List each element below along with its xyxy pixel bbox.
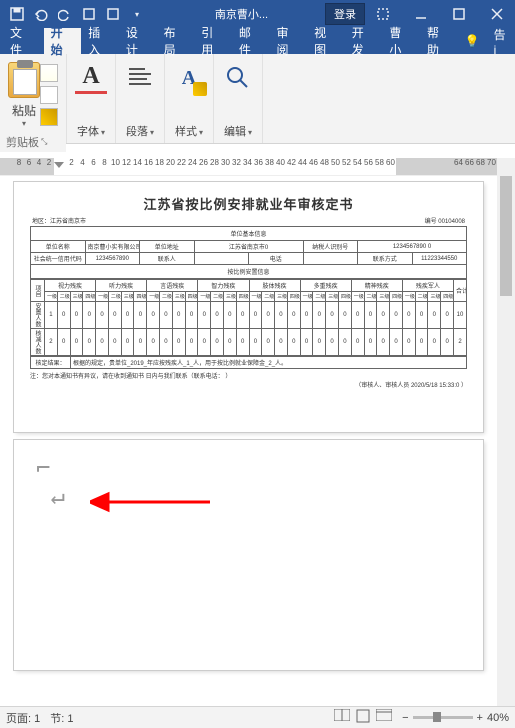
doc-title: 江苏省按比例安排就业年审核定书 <box>30 194 467 213</box>
opinion-text: 根据的规定，贵单位_2019_年应按残疾人_1_人，用于按比例就业保障金_2_人… <box>71 357 467 369</box>
clipboard-group-label[interactable]: 剪贴板⤡ <box>0 132 66 152</box>
section-disabled: 按比例安置信息 <box>31 265 467 279</box>
tab-文件[interactable]: 文件 <box>0 28 44 54</box>
vertical-scrollbar[interactable] <box>497 158 515 706</box>
redo-button[interactable] <box>54 3 76 25</box>
login-button[interactable]: 登录 <box>325 3 365 25</box>
page-indicator[interactable]: 页面: 1 <box>6 710 40 726</box>
find-icon <box>222 62 254 94</box>
qat-item[interactable] <box>78 3 100 25</box>
zoom-slider[interactable] <box>413 716 473 719</box>
paste-button[interactable]: 粘贴 ▾ <box>8 58 40 128</box>
cut-button[interactable] <box>40 64 58 82</box>
region-label: 地区： <box>32 219 50 225</box>
text-cursor: ⌐ ↵ <box>36 454 65 510</box>
qat-dropdown[interactable]: ▾ <box>126 3 148 25</box>
close-button[interactable] <box>479 0 515 28</box>
tab-曹小[interactable]: 曹小 <box>382 28 420 54</box>
document-title: 南京曹小... <box>148 6 325 22</box>
paragraph-icon <box>124 62 156 94</box>
section-indicator[interactable]: 节: 1 <box>50 710 73 726</box>
quick-access-toolbar: ▾ <box>0 3 148 25</box>
document-page-1[interactable]: 江苏省按比例安排就业年审核定书 地区：江苏省南京市 编号 00104008 单位… <box>14 182 483 432</box>
zoom-control: − + 40% <box>402 712 509 724</box>
print-layout-button[interactable] <box>356 709 370 726</box>
tab-审阅[interactable]: 审阅 <box>269 28 307 54</box>
editing-group-label: 编辑 <box>224 123 252 139</box>
tab-开发[interactable]: 开发 <box>345 28 383 54</box>
zoom-value[interactable]: 40% <box>487 712 509 724</box>
tab-帮助[interactable]: 帮助 <box>420 28 458 54</box>
footer-note: 注：您对本通知书有异议，请在收到通知书 日内与我们联系（联系电话： ） <box>30 371 467 380</box>
styles-icon: A <box>173 62 205 94</box>
save-button[interactable] <box>6 3 28 25</box>
undo-button[interactable] <box>30 3 52 25</box>
styles-group[interactable]: A 样式 <box>165 54 214 143</box>
styles-group-label: 样式 <box>175 123 203 139</box>
zoom-out-button[interactable]: − <box>402 712 408 724</box>
ribbon: 粘贴 ▾ 剪贴板⤡ A 字体 段落 A 样式 编辑 <box>0 54 515 144</box>
region-value: 江苏省南京市 <box>50 219 86 225</box>
tab-布局[interactable]: 布局 <box>157 28 195 54</box>
minimize-button[interactable] <box>403 0 439 28</box>
horizontal-ruler: 8642246810121416182022242628303234363840… <box>0 158 497 176</box>
paragraph-group-label: 段落 <box>126 123 154 139</box>
font-group[interactable]: A 字体 <box>67 54 116 143</box>
status-bar: 页面: 1 节: 1 − + 40% <box>0 706 515 728</box>
paragraph-group[interactable]: 段落 <box>116 54 165 143</box>
clipboard-tools <box>40 60 58 126</box>
section-basic: 单位基本信息 <box>31 227 467 241</box>
tab-开始[interactable]: 开始 <box>44 28 82 54</box>
maximize-button[interactable] <box>441 0 477 28</box>
footer-right: （审核人、审核人员 2020/5/18 15:33:0 ） <box>30 380 467 389</box>
opinion-label: 核定结果： <box>31 357 71 369</box>
web-layout-button[interactable] <box>376 709 392 726</box>
ribbon-tabs: 文件开始插入设计布局引用邮件审阅视图开发曹小帮助💡告i <box>0 28 515 54</box>
zoom-in-button[interactable]: + <box>477 712 483 724</box>
tab-邮件[interactable]: 邮件 <box>232 28 270 54</box>
editing-group[interactable]: 编辑 <box>214 54 263 143</box>
font-icon: A <box>75 62 107 94</box>
format-painter-button[interactable] <box>40 108 58 126</box>
tab-引用[interactable]: 引用 <box>194 28 232 54</box>
font-group-label: 字体 <box>77 123 105 139</box>
tell-me-button[interactable]: 💡 <box>458 28 487 54</box>
tell-me[interactable]: 告i <box>487 28 515 54</box>
scrollbar-thumb[interactable] <box>500 176 512 296</box>
paste-label: 粘贴 <box>12 102 36 119</box>
document-area[interactable]: 8642246810121416182022242628303234363840… <box>0 158 497 706</box>
read-mode-button[interactable] <box>334 709 350 726</box>
tab-插入[interactable]: 插入 <box>81 28 119 54</box>
serial-label: 编号 <box>425 219 437 225</box>
annotation-arrow <box>90 490 210 517</box>
qat-item[interactable] <box>102 3 124 25</box>
tab-视图[interactable]: 视图 <box>307 28 345 54</box>
ribbon-options-button[interactable] <box>365 0 401 28</box>
tab-设计[interactable]: 设计 <box>119 28 157 54</box>
copy-button[interactable] <box>40 86 58 104</box>
document-page-2[interactable]: ⌐ ↵ <box>14 440 483 670</box>
view-buttons <box>334 709 392 726</box>
serial-value: 00104008 <box>438 219 465 225</box>
